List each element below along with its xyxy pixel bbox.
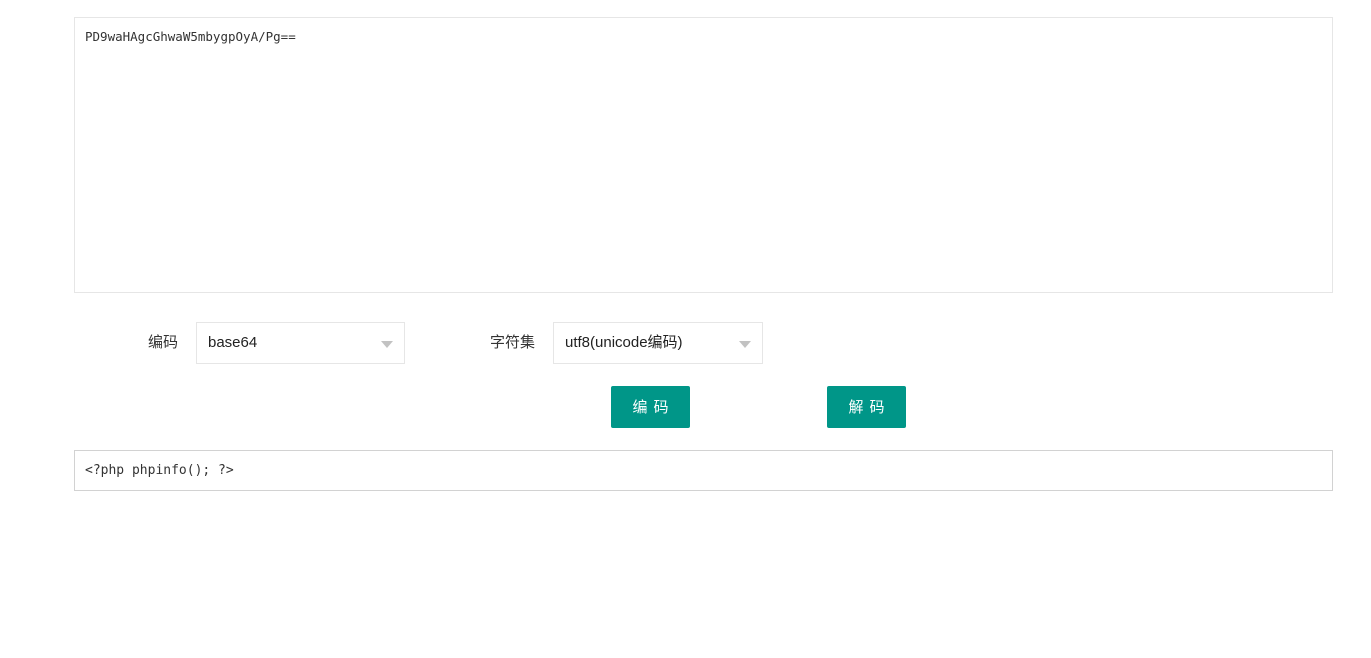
charset-select-value: utf8(unicode编码) xyxy=(565,334,683,351)
decode-button[interactable]: 解码 xyxy=(827,386,906,428)
chevron-down-icon xyxy=(381,341,393,348)
encoding-select[interactable]: base64 xyxy=(196,322,405,364)
source-textarea[interactable]: PD9waHAgcGhwaW5mbygpOyA/Pg== xyxy=(74,17,1333,293)
result-output[interactable]: <?php phpinfo(); ?> xyxy=(74,450,1333,491)
charset-label: 字符集 xyxy=(490,334,536,351)
encoding-label: 编码 xyxy=(148,334,179,351)
encode-button[interactable]: 编码 xyxy=(611,386,690,428)
encoding-select-value: base64 xyxy=(208,334,258,351)
charset-select[interactable]: utf8(unicode编码) xyxy=(553,322,763,364)
chevron-down-icon xyxy=(739,341,751,348)
